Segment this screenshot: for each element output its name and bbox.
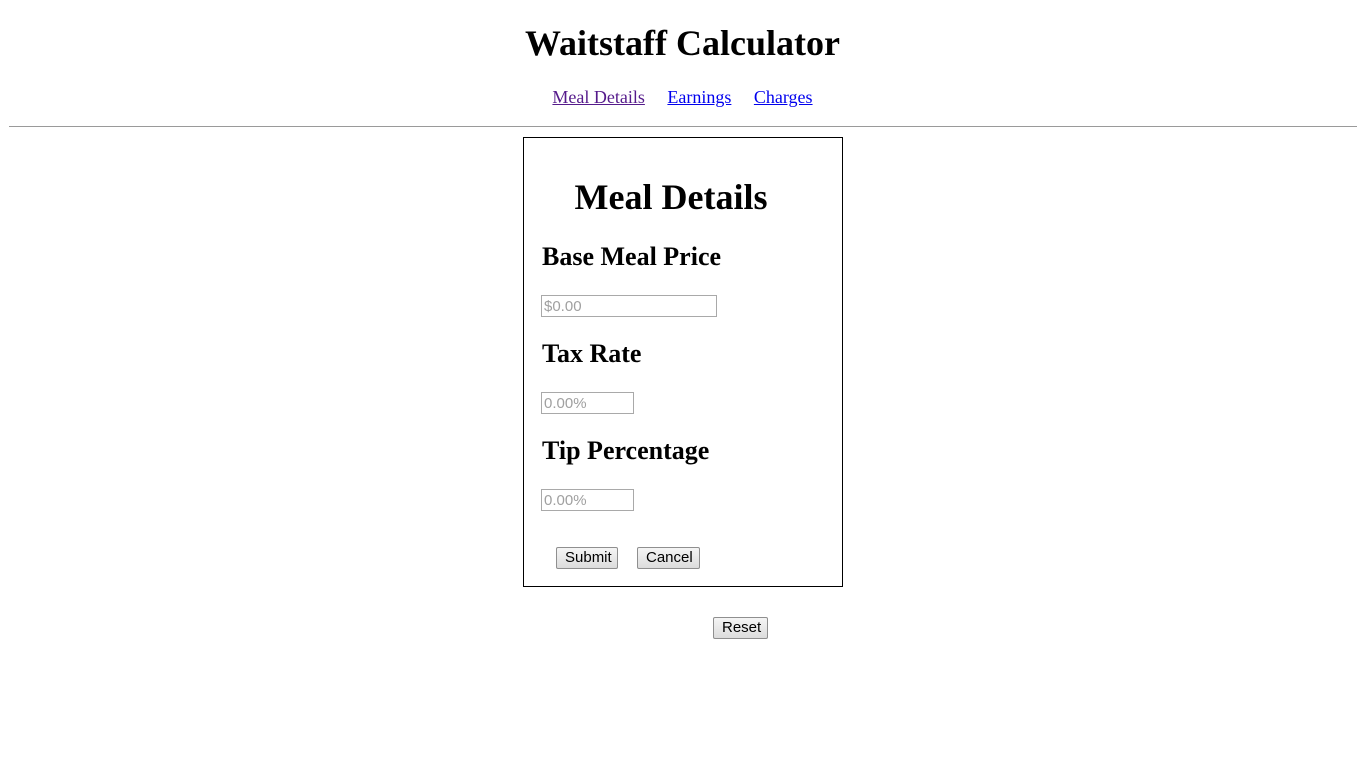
tax-rate-label: Tax Rate [542,339,642,368]
cancel-button[interactable]: Cancel [637,547,700,569]
nav-link-earnings[interactable]: Earnings [667,87,731,107]
meal-details-title: Meal Details [574,177,768,217]
tax-rate-input[interactable] [541,392,634,414]
header-divider [9,126,1357,127]
submit-button[interactable]: Submit [556,547,618,569]
reset-button[interactable]: Reset [713,617,768,639]
tip-percentage-input[interactable] [541,489,634,511]
base-meal-price-label: Base Meal Price [542,242,722,271]
nav-link-charges[interactable]: Charges [754,87,813,107]
base-meal-price-input[interactable] [541,295,717,317]
main-nav: Meal Details Earnings Charges [0,86,1365,108]
tip-percentage-label: Tip Percentage [542,436,710,465]
page-title: Waitstaff Calculator [525,23,840,63]
nav-link-meal-details[interactable]: Meal Details [552,87,644,107]
